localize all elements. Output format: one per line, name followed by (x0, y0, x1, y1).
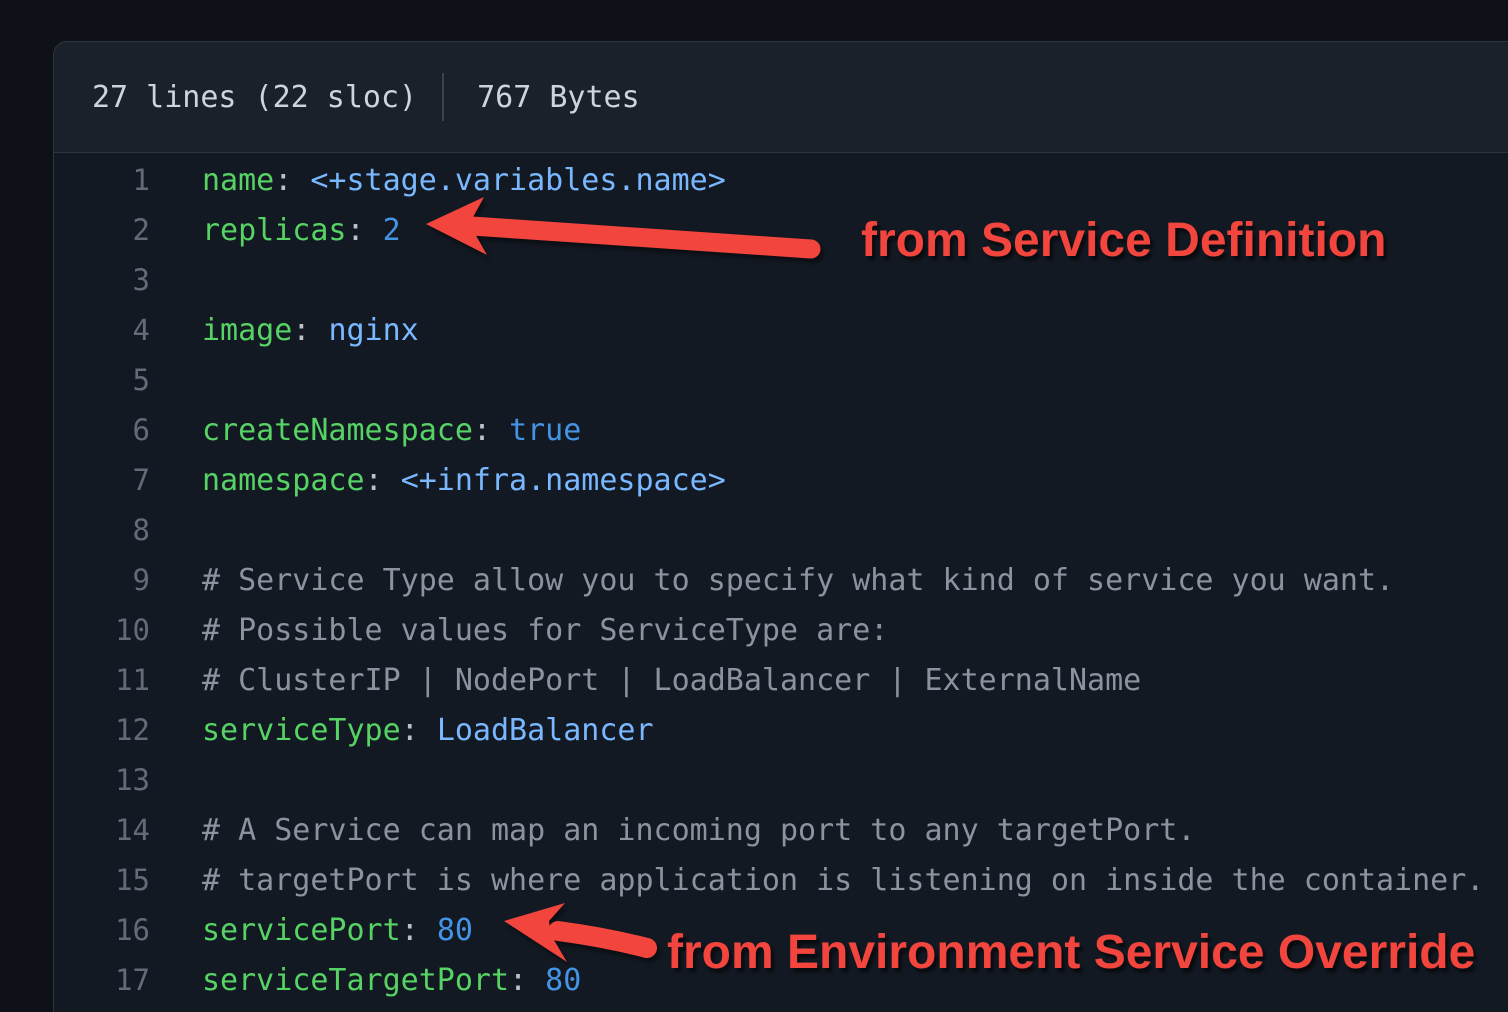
header-divider (442, 73, 444, 121)
code-line: 9 # Service Type allow you to specify wha… (54, 555, 1508, 605)
file-lines-info: 27 lines (22 sloc) (92, 80, 417, 115)
line-number[interactable]: 12 (54, 713, 150, 747)
code-line: 4 image: nginx (54, 305, 1508, 355)
line-number[interactable]: 11 (54, 663, 150, 697)
line-number[interactable]: 7 (54, 463, 150, 497)
line-number[interactable]: 1 (54, 163, 150, 197)
line-number[interactable]: 17 (54, 963, 150, 997)
code-line: 6 createNamespace: true (54, 405, 1508, 455)
line-number[interactable]: 14 (54, 813, 150, 847)
line-number[interactable]: 9 (54, 563, 150, 597)
code-text: replicas: 2 (202, 213, 401, 248)
code-file-panel: 27 lines (22 sloc) 767 Bytes 1name: <+st… (53, 41, 1508, 1012)
code-line: 11 # ClusterIP | NodePort | LoadBalancer … (54, 655, 1508, 705)
line-number[interactable]: 16 (54, 913, 150, 947)
line-number[interactable]: 10 (54, 613, 150, 647)
code-line: 8 (54, 505, 1508, 555)
line-number[interactable]: 13 (54, 763, 150, 797)
code-line: 14 # A Service can map an incoming port t… (54, 805, 1508, 855)
code-line: 12 serviceType: LoadBalancer (54, 705, 1508, 755)
arrow-left-icon (410, 188, 830, 268)
code-text: # Possible values for ServiceType are: (202, 613, 888, 648)
line-number[interactable]: 5 (54, 363, 150, 397)
code-text: # ClusterIP | NodePort | LoadBalancer | … (202, 663, 1141, 698)
code-text: serviceType: LoadBalancer (202, 713, 654, 748)
code-line: 7 namespace: <+infra.namespace> (54, 455, 1508, 505)
line-number[interactable]: 3 (54, 263, 150, 297)
line-number[interactable]: 15 (54, 863, 150, 897)
line-number[interactable]: 2 (54, 213, 150, 247)
screenshot-stage: 27 lines (22 sloc) 767 Bytes 1name: <+st… (0, 0, 1508, 1012)
code-area: 1name: <+stage.variables.name>2replicas:… (54, 153, 1508, 1005)
file-size-info: 767 Bytes (477, 80, 640, 115)
code-text: createNamespace: true (202, 413, 581, 448)
file-header: 27 lines (22 sloc) 767 Bytes (54, 42, 1508, 153)
code-text: servicePort: 80 (202, 913, 473, 948)
code-text: namespace: <+infra.namespace> (202, 463, 726, 498)
code-text: # A Service can map an incoming port to … (202, 813, 1195, 848)
code-line: 5 (54, 355, 1508, 405)
arrow-left-icon (488, 893, 668, 973)
code-line: 10 # Possible values for ServiceType are: (54, 605, 1508, 655)
code-line: 13 (54, 755, 1508, 805)
line-number[interactable]: 8 (54, 513, 150, 547)
code-text: image: nginx (202, 313, 419, 348)
code-text: # targetPort is where application is lis… (202, 863, 1484, 898)
line-number[interactable]: 6 (54, 413, 150, 447)
code-text: # Service Type allow you to specify what… (202, 563, 1394, 598)
annotation-service-definition: from Service Definition (861, 217, 1386, 265)
code-line: 15 # targetPort is where application is l… (54, 855, 1508, 905)
line-number[interactable]: 4 (54, 313, 150, 347)
annotation-environment-override: from Environment Service Override (667, 929, 1475, 977)
